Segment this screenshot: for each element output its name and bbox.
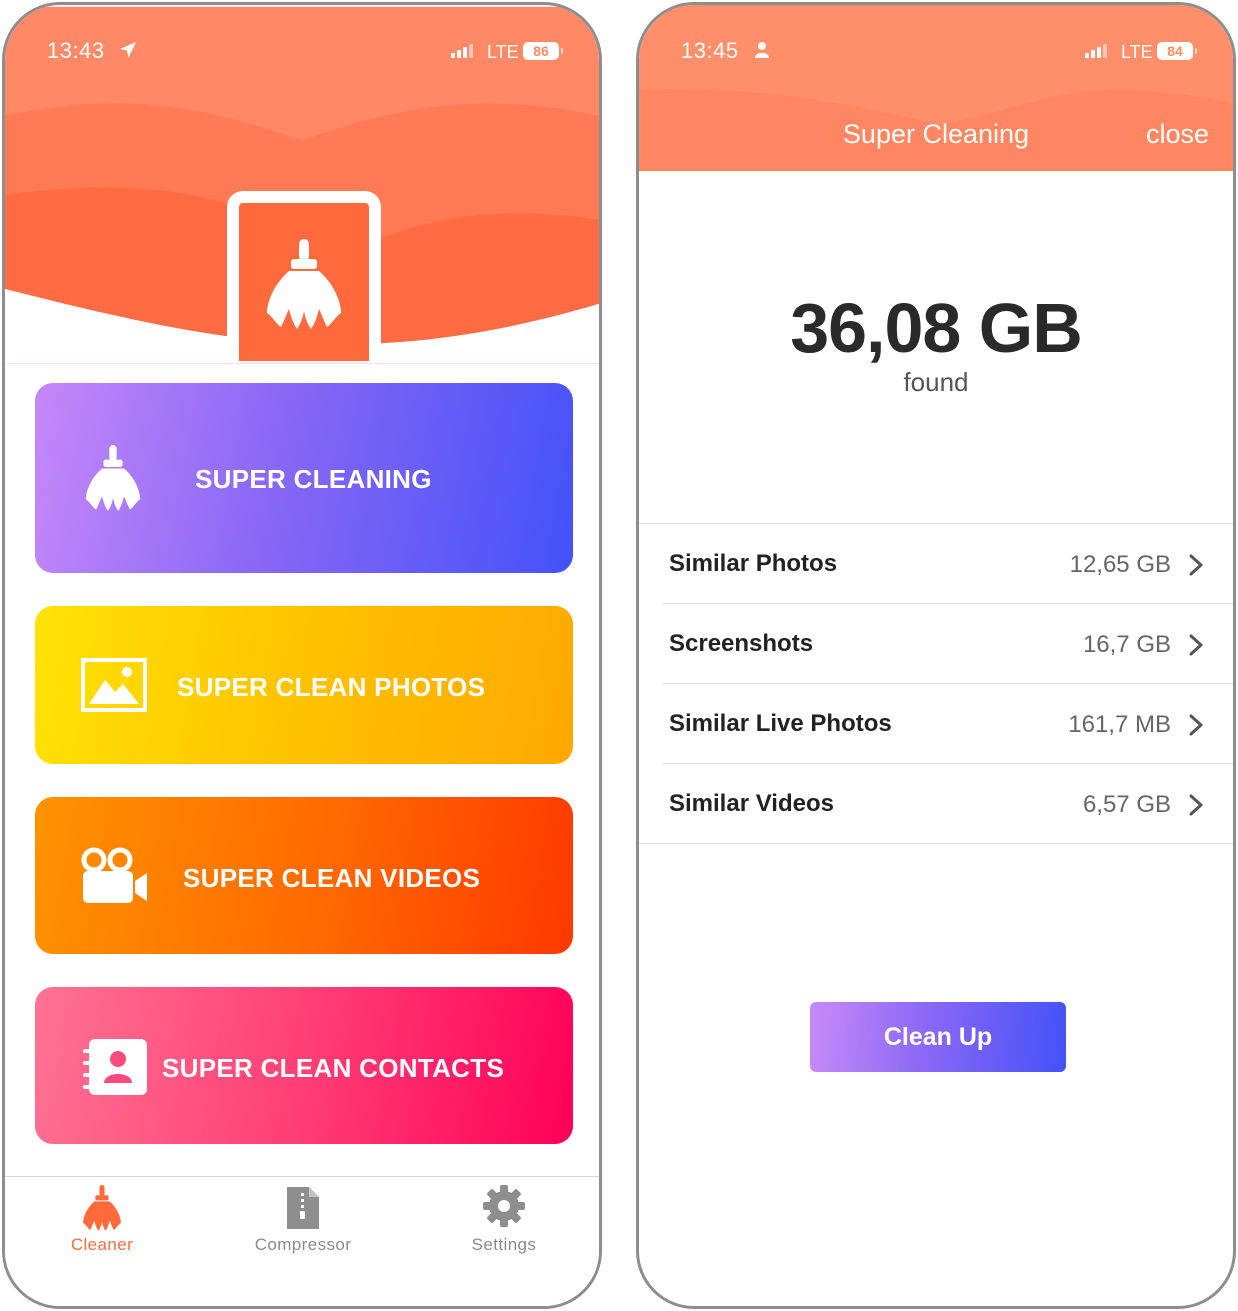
list-item-similar-videos[interactable]: Similar Videos 6,57 GB xyxy=(639,764,1233,844)
card-label: SUPER CLEAN VIDEOS xyxy=(183,863,481,893)
super-cleaning-card[interactable]: SUPER CLEANING xyxy=(35,383,573,573)
tab-settings[interactable]: Settings xyxy=(414,1177,594,1267)
chevron-right-icon xyxy=(1189,714,1203,736)
cleaner-screen: 13:43 LTE 86 SUPER CLEANING SUPER CLEAN … xyxy=(2,2,602,1309)
broom-icon xyxy=(85,445,141,511)
tab-label: Compressor xyxy=(254,1235,352,1254)
video-camera-icon xyxy=(81,847,147,903)
super-clean-contacts-card[interactable]: SUPER CLEAN CONTACTS xyxy=(35,987,573,1144)
network-type: LTE xyxy=(1121,42,1153,62)
item-size: 16,7 GB xyxy=(1082,631,1171,658)
item-name: Similar Photos xyxy=(669,550,838,577)
status-bar: 13:43 LTE 86 xyxy=(5,5,599,95)
status-time: 13:45 xyxy=(681,38,739,63)
item-name: Screenshots xyxy=(669,630,814,657)
total-size: 36,08 GB xyxy=(790,289,1083,367)
close-button[interactable]: close xyxy=(1146,119,1209,150)
tab-label: Cleaner xyxy=(70,1235,134,1254)
zip-file-icon xyxy=(287,1187,319,1229)
broom-icon xyxy=(267,239,341,329)
status-time: 13:43 xyxy=(47,38,105,63)
signal-icon xyxy=(1085,44,1107,58)
list-item-similar-photos[interactable]: Similar Photos 12,65 GB xyxy=(639,524,1233,604)
category-list: Similar Photos 12,65 GB Screenshots 16,7… xyxy=(639,523,1233,844)
gear-icon xyxy=(483,1185,525,1227)
broom-icon xyxy=(83,1185,121,1231)
battery-level: 84 xyxy=(1157,42,1197,60)
location-arrow-icon xyxy=(120,42,136,58)
battery-level: 86 xyxy=(523,42,563,60)
tab-compressor[interactable]: Compressor xyxy=(213,1177,393,1267)
list-item-similar-live-photos[interactable]: Similar Live Photos 161,7 MB xyxy=(639,684,1233,764)
found-label: found xyxy=(903,367,969,397)
network-type: LTE xyxy=(487,42,519,62)
card-label: SUPER CLEAN PHOTOS xyxy=(177,672,486,702)
nav-title: Super Cleaning xyxy=(842,119,1030,149)
card-label: SUPER CLEAN CONTACTS xyxy=(162,1053,505,1083)
chevron-right-icon xyxy=(1189,554,1203,576)
item-size: 12,65 GB xyxy=(1069,551,1171,578)
status-bar: 13:45 LTE 84 xyxy=(639,5,1233,95)
list-item-screenshots[interactable]: Screenshots 16,7 GB xyxy=(639,604,1233,684)
tab-bar: Cleaner Compressor Settings xyxy=(5,1176,599,1306)
chevron-right-icon xyxy=(1189,634,1203,656)
contact-book-icon xyxy=(83,1039,147,1095)
signal-icon xyxy=(451,44,473,58)
item-size: 161,7 MB xyxy=(1068,711,1171,738)
person-icon xyxy=(755,42,769,58)
item-name: Similar Live Photos xyxy=(669,710,892,737)
super-clean-videos-card[interactable]: SUPER CLEAN VIDEOS xyxy=(35,797,573,954)
item-name: Similar Videos xyxy=(669,790,834,817)
item-size: 6,57 GB xyxy=(1082,791,1171,818)
photo-icon xyxy=(81,658,147,712)
clean-up-button[interactable]: Clean Up xyxy=(810,1002,1066,1072)
tab-cleaner[interactable]: Cleaner xyxy=(12,1177,192,1267)
card-label: SUPER CLEANING xyxy=(195,464,432,494)
super-clean-photos-card[interactable]: SUPER CLEAN PHOTOS xyxy=(35,606,573,764)
tab-label: Settings xyxy=(471,1235,537,1254)
phone-broom-illustration xyxy=(227,191,381,361)
super-cleaning-screen: Super Cleaning close 13:45 LTE 84 36,08 … xyxy=(636,2,1236,1309)
chevron-right-icon xyxy=(1189,794,1203,816)
